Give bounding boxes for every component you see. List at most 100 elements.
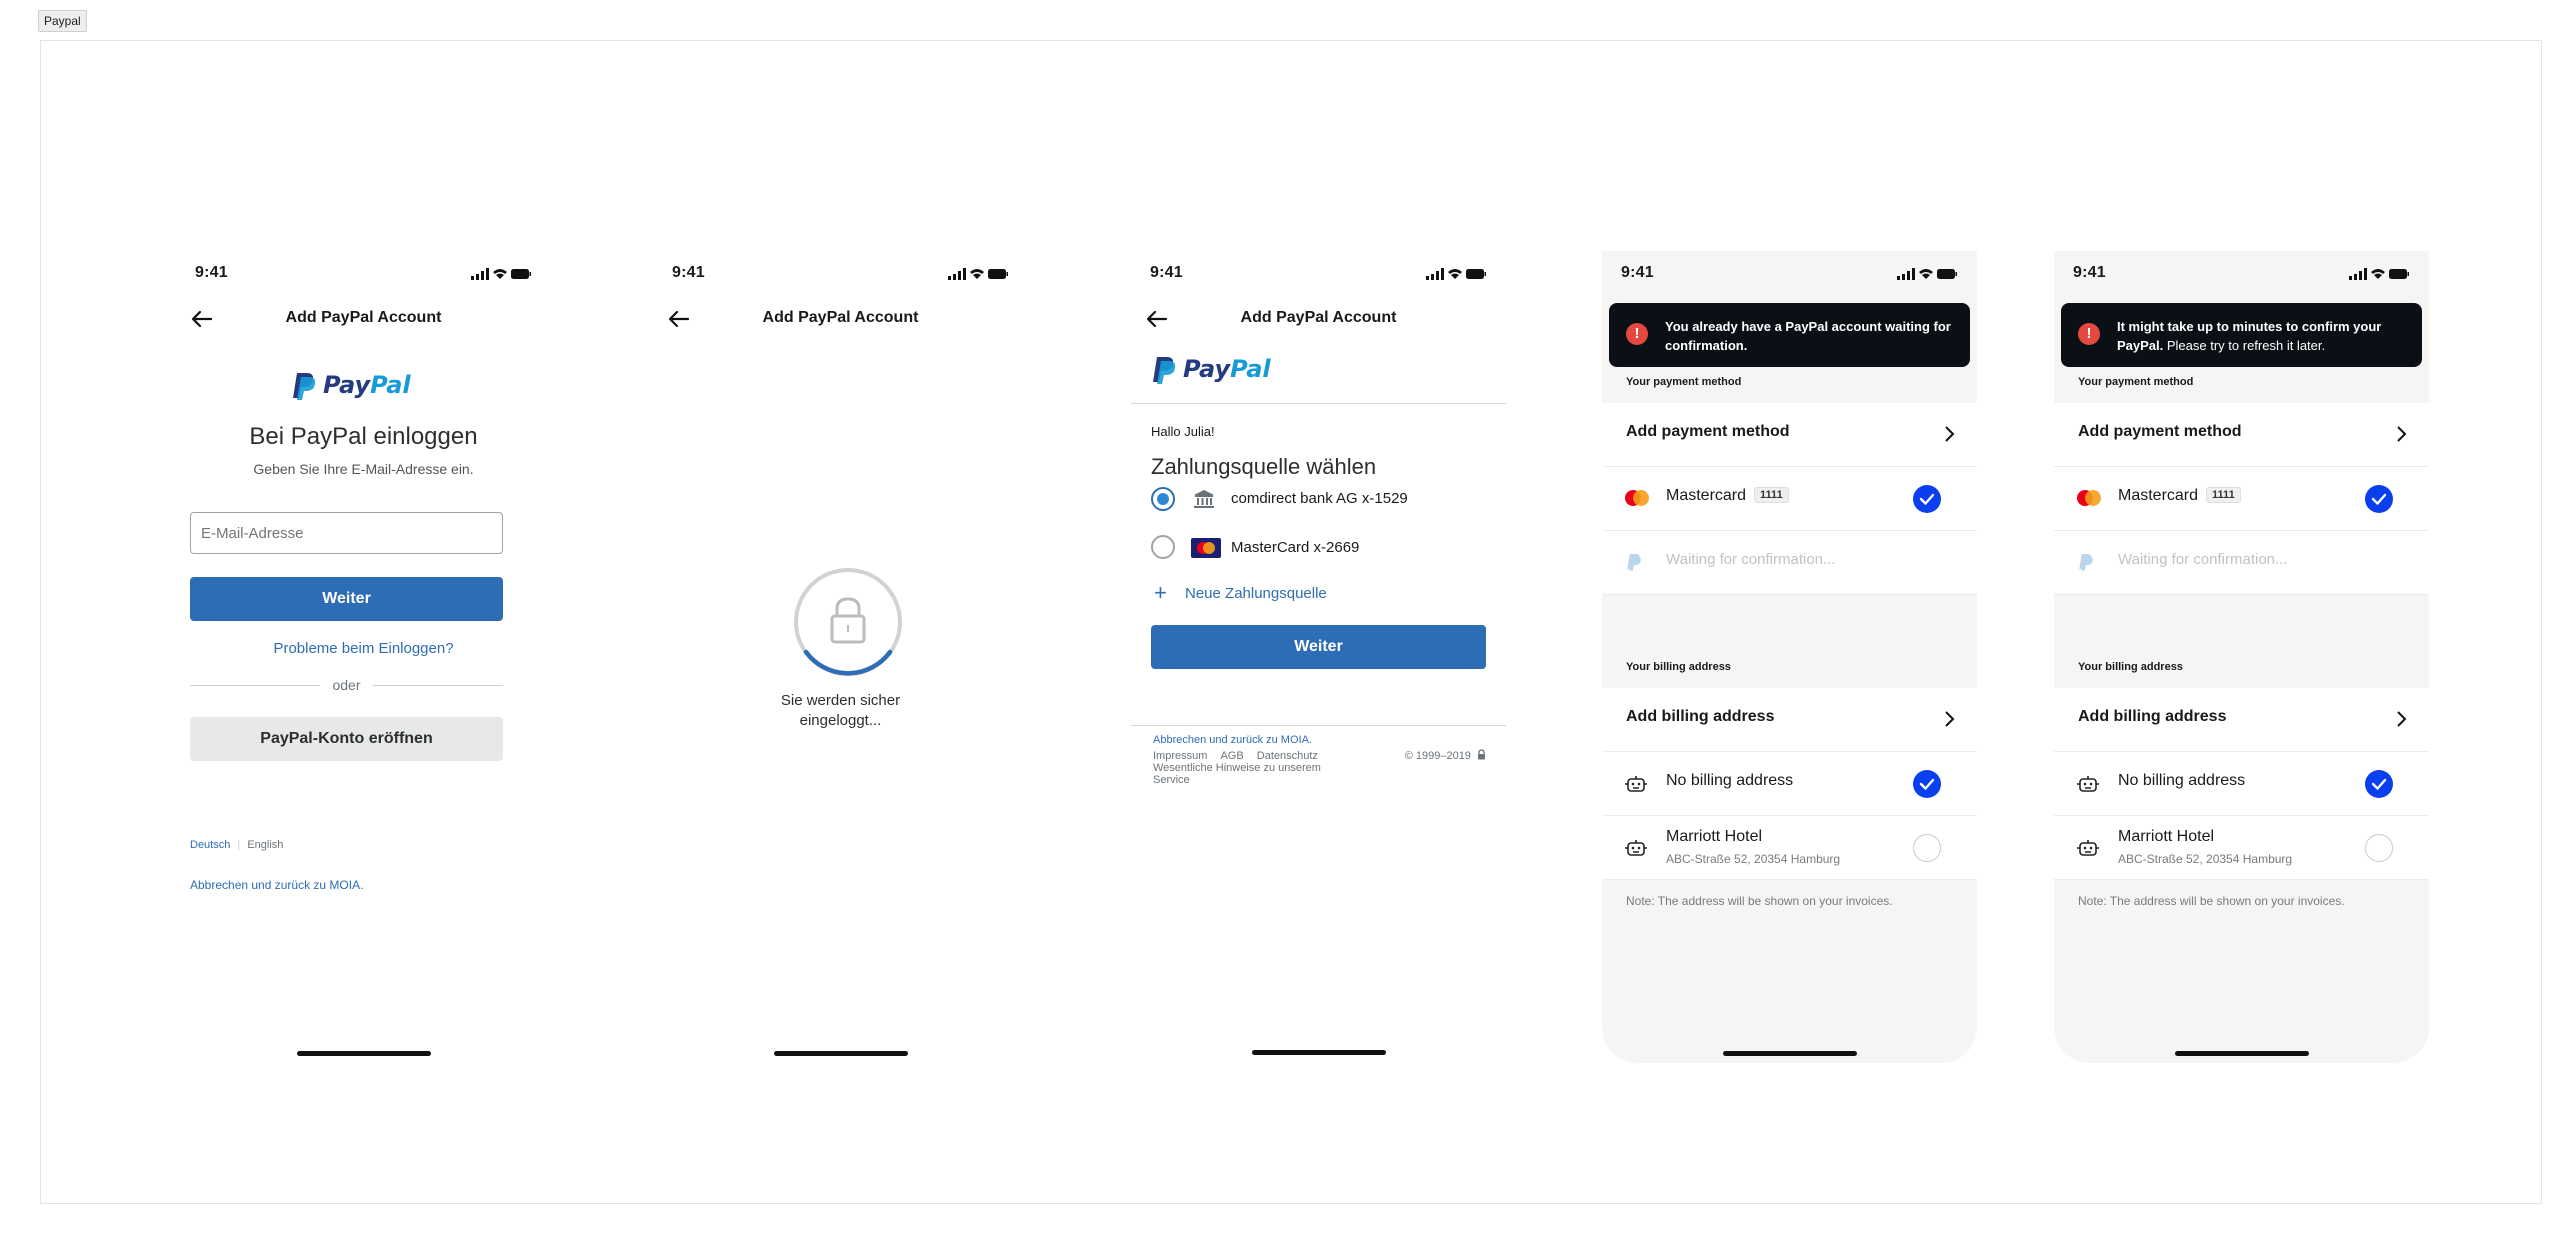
unselected-radio[interactable] [2365,834,2393,862]
footer-divider [1131,725,1506,726]
footer-notes-link[interactable]: Wesentliche Hinweise zu unserem Service [1153,762,1321,786]
error-toast: ! You already have a PayPal account wait… [1609,303,1970,367]
no-billing-row[interactable]: No billing address [2054,752,2429,816]
status-bar: 9:41 [1131,261,1506,287]
language-en[interactable]: English [247,839,283,851]
add-billing-row[interactable]: Add billing address [1602,688,1977,752]
footer-link-datenschutz[interactable]: Datenschutz [1257,750,1318,762]
radio-mastercard[interactable] [1151,535,1175,559]
or-divider: oder [190,675,503,695]
bank-icon [1194,490,1214,508]
next-button[interactable]: Weiter [190,577,503,621]
page-title: Add PayPal Account [1240,309,1397,326]
status-icons [1426,268,1486,280]
hotel-address-row[interactable]: Marriott Hotel ABC-Straße 52, 20354 Hamb… [2054,816,2429,880]
login-screen: 9:41 Add PayPal Account PayPal Bei PayPa… [176,251,551,1063]
add-billing-row[interactable]: Add billing address [2054,688,2429,752]
status-bar: 9:41 [653,261,1028,287]
language-de[interactable]: Deutsch [190,839,230,851]
option-label: MasterCard x-2669 [1231,539,1360,556]
secure-login-spinner [794,568,902,676]
login-problems-link[interactable]: Probleme beim Einloggen? [176,640,551,657]
status-icons [1897,268,1957,280]
lock-icon [830,597,866,644]
billing-section-label: Your billing address [1626,661,1731,673]
mastercard-icon [1625,490,1649,506]
select-source-screen: 9:41 Add PayPal Account PayPal Hallo Jul… [1131,251,1506,1063]
add-payment-row[interactable]: Add payment method [2054,403,2429,467]
mastercard-icon [1191,538,1221,558]
nav-bar: Add PayPal Account [1131,301,1506,335]
paypal-wordmark: PayPal [1183,355,1271,383]
toast-message: It might take up to minutes to confirm y… [2117,319,2382,353]
card-last4-badge: 1111 [2206,487,2241,503]
login-heading: Bei PayPal einloggen [249,423,478,450]
no-billing-row[interactable]: No billing address [1602,752,1977,816]
paypal-p-icon [293,373,316,400]
plus-icon: + [1154,580,1167,605]
robot-icon [1625,840,1647,856]
mastercard-icon [2077,490,2101,506]
paypal-p-icon [1153,357,1176,384]
status-icons [2349,268,2409,280]
header-divider [1131,403,1506,404]
status-time: 9:41 [1150,264,1183,281]
waiting-text: Waiting for confirmation... [1666,551,1836,568]
email-input[interactable] [190,512,503,554]
or-text: oder [332,677,361,693]
selected-check[interactable] [1913,485,1941,513]
page-title: Add PayPal Account [285,309,442,326]
alert-icon: ! [1626,323,1648,345]
selected-check[interactable] [1913,770,1941,798]
checkmark-icon [2371,778,2387,790]
paypal-p-icon [1627,554,1641,571]
status-bar: 9:41 [2054,261,2429,287]
footer-links: Impressum AGB Datenschutz [1153,750,1318,762]
chevron-right-icon [1945,711,1955,727]
invoice-note: Note: The address will be shown on your … [1626,894,1893,908]
billing-section-label: Your billing address [2078,661,2183,673]
source-option-bank[interactable]: comdirect bank AG x-1529 [1151,484,1491,514]
chevron-right-icon [2397,711,2407,727]
mastercard-row[interactable]: Mastercard 1111 [2054,467,2429,531]
home-indicator [2174,1051,2309,1056]
paypal-waiting-row: Waiting for confirmation... [1602,531,1977,595]
home-indicator [1722,1051,1857,1056]
payment-section-label: Your payment method [2078,376,2194,388]
add-payment-row[interactable]: Add payment method [1602,403,1977,467]
checkmark-icon [1919,778,1935,790]
nav-bar: Add PayPal Account [653,301,1028,335]
greeting: Hallo Julia! [1151,424,1215,439]
select-source-heading: Zahlungsquelle wählen [1151,454,1377,479]
next-button[interactable]: Weiter [1151,625,1486,669]
language-switcher: Deutsch | English [190,839,284,851]
mastercard-row[interactable]: Mastercard 1111 [1602,467,1977,531]
footer-link-impressum[interactable]: Impressum [1153,750,1207,762]
loading-message: Sie werden sicher eingeloggt... [780,692,901,729]
alert-icon: ! [2078,323,2100,345]
nav-bar: Add PayPal Account [176,301,551,335]
wallet-screen-2: 9:41 Your payment method Add payment met… [2054,251,2429,1063]
chevron-right-icon [1945,426,1955,442]
home-indicator [773,1051,908,1056]
hotel-name: Marriott Hotel [2118,828,2215,845]
selected-check[interactable] [2365,485,2393,513]
cancel-link[interactable]: Abbrechen und zurück zu MOIA. [1153,734,1312,746]
hotel-address-row[interactable]: Marriott Hotel ABC-Straße 52, 20354 Hamb… [1602,816,1977,880]
radio-bank-selected[interactable] [1151,487,1175,511]
selected-check[interactable] [2365,770,2393,798]
loading-screen: 9:41 Add PayPal Account Sie werden siche… [653,251,1028,1063]
status-bar: 9:41 [176,261,551,287]
unselected-radio[interactable] [1913,834,1941,862]
wallet-screen-1: 9:41 Your payment method Add payment met… [1602,251,1977,1063]
status-bar: 9:41 [1602,261,1977,287]
status-icons [471,268,531,280]
open-account-button[interactable]: PayPal-Konto eröffnen [190,717,503,761]
canvas-frame-label[interactable]: Paypal [38,10,87,32]
footer-link-agb[interactable]: AGB [1220,750,1243,762]
source-option-mastercard[interactable]: MasterCard x-2669 [1151,532,1491,562]
paypal-p-icon [2079,554,2093,571]
status-time: 9:41 [2073,264,2106,281]
cancel-link[interactable]: Abbrechen und zurück zu MOIA. [190,878,363,892]
paypal-logo: PayPal [291,371,431,401]
